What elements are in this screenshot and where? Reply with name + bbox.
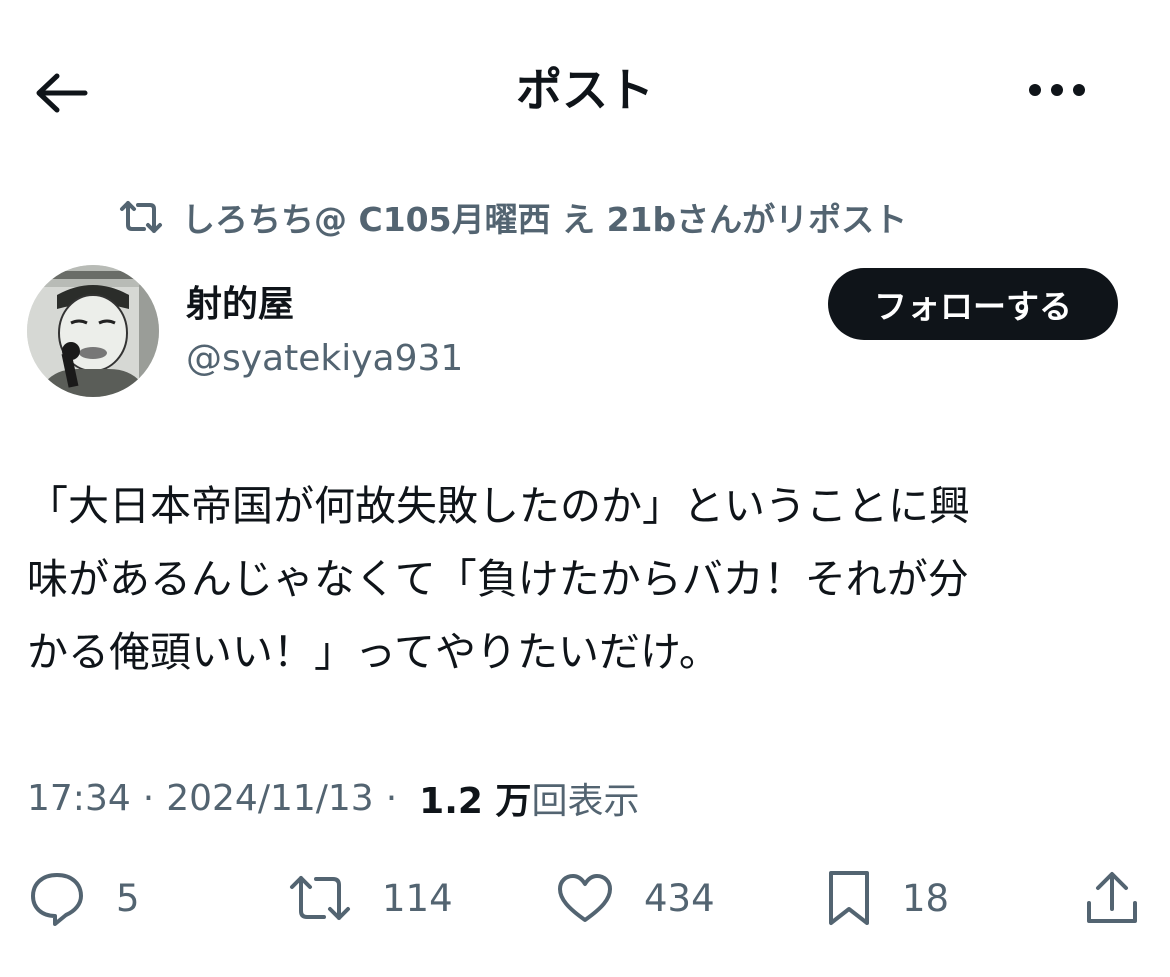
repost-count: 114 — [382, 876, 453, 920]
repost-context-text: しろちち@ C105月曜西 え 21bさんがリポスト — [182, 200, 908, 239]
more-options-button[interactable] — [1022, 62, 1092, 118]
action-bar: 5 114 434 18 — [0, 862, 1170, 934]
share-icon — [1084, 869, 1140, 927]
top-app-bar: ポスト — [0, 0, 1170, 180]
reply-count: 5 — [116, 876, 140, 920]
share-button[interactable] — [1084, 862, 1140, 934]
repost-icon — [118, 199, 164, 235]
bookmark-button[interactable]: 18 — [826, 862, 949, 934]
reply-icon — [28, 869, 86, 927]
post-text: 「大日本帝国が何故失敗したのか」ということに興 味があるんじゃなくて「負けたから… — [27, 482, 970, 676]
heart-icon — [556, 872, 614, 924]
author-handle[interactable]: @syatekiya931 — [186, 334, 463, 384]
author-display-name[interactable]: 射的屋 — [186, 280, 294, 330]
bookmark-icon — [826, 869, 872, 927]
post-date[interactable]: 2024/11/13 — [166, 778, 374, 819]
post-time[interactable]: 17:34 — [27, 778, 131, 819]
like-button[interactable]: 434 — [556, 862, 715, 934]
meta-separator: · — [385, 777, 398, 819]
follow-button[interactable]: フォローする — [828, 268, 1118, 340]
repost-context[interactable]: しろちち@ C105月曜西 え 21bさんがリポスト — [118, 192, 907, 242]
reply-button[interactable]: 5 — [28, 862, 140, 934]
back-button[interactable] — [30, 62, 92, 124]
arrow-left-icon — [33, 71, 89, 115]
bookmark-count: 18 — [902, 876, 950, 920]
repost-button[interactable]: 114 — [288, 862, 453, 934]
page-title: ポスト — [516, 63, 654, 117]
post-meta: 17:34 · 2024/11/13 · 1.2 万 回表示 — [27, 770, 639, 826]
views-label: 回表示 — [531, 781, 640, 822]
views-count[interactable]: 1.2 万 — [419, 772, 531, 824]
more-horizontal-icon — [1027, 82, 1087, 98]
like-count: 434 — [644, 876, 715, 920]
avatar[interactable] — [27, 265, 159, 397]
repost-icon — [288, 871, 352, 925]
meta-separator: · — [142, 777, 155, 819]
